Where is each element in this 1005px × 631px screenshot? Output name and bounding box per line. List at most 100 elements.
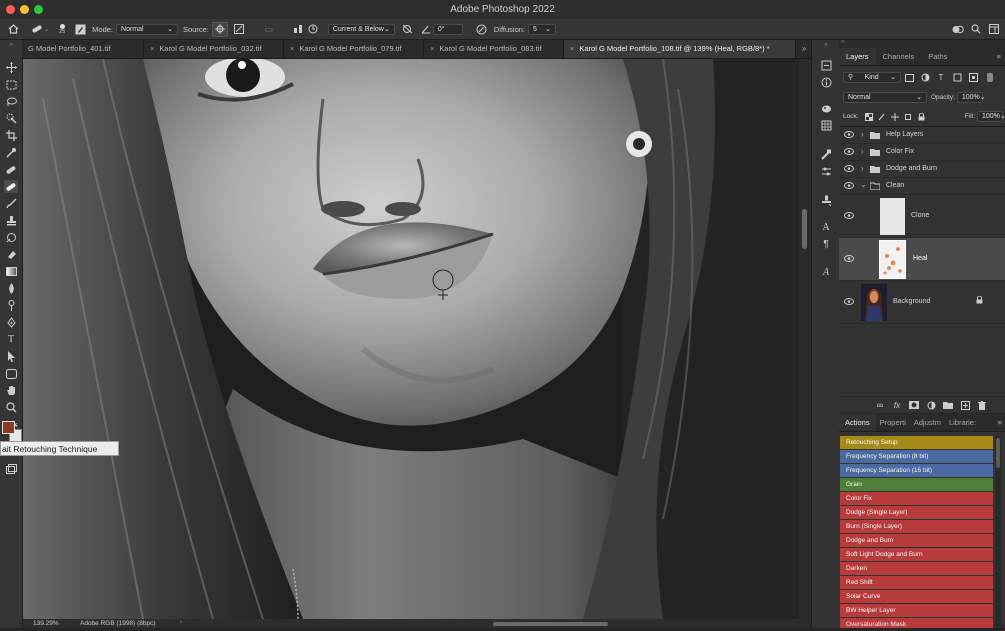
info-panel-icon[interactable]	[819, 76, 833, 89]
close-tab-icon[interactable]: ×	[290, 44, 294, 53]
use-legacy-icon[interactable]	[306, 23, 320, 36]
color-panel-icon[interactable]	[819, 102, 833, 115]
document-canvas[interactable]	[23, 59, 799, 619]
actions-scrollbar[interactable]	[995, 436, 1001, 628]
visibility-eye-icon[interactable]	[844, 298, 854, 306]
add-mask-icon[interactable]	[907, 399, 921, 412]
action-retouching-setup[interactable]: Retouching Setup	[840, 436, 993, 449]
new-layer-icon[interactable]	[958, 399, 972, 412]
sample-dropdown[interactable]: Current & Below ⌄	[327, 23, 395, 35]
horizontal-scrollbar-thumb[interactable]	[493, 622, 608, 626]
tool-preset-chevron-icon[interactable]: ⌄	[44, 26, 49, 33]
vertical-scrollbar-thumb[interactable]	[802, 209, 807, 249]
pattern-source-icon[interactable]	[232, 23, 246, 36]
home-icon[interactable]	[6, 23, 20, 36]
action-dodge-and-burn[interactable]: Dodge and Burn	[840, 534, 993, 547]
expand-chevron-icon[interactable]: ›	[861, 147, 864, 156]
close-tab-icon[interactable]: ×	[570, 44, 574, 53]
tab-document-083[interactable]: × Karol G Model Portfolio_083.tif	[424, 40, 564, 58]
actions-scrollbar-thumb[interactable]	[996, 438, 1000, 468]
tabs-overflow-icon[interactable]: »	[796, 40, 812, 58]
tab-layers[interactable]: Layers	[839, 48, 876, 65]
quick-selection-tool-icon[interactable]	[4, 112, 18, 125]
tab-channels[interactable]: Channels	[876, 48, 922, 65]
angle-field[interactable]: 0°	[432, 23, 463, 35]
action-oversaturation-mask[interactable]: Oversaturation Mask	[840, 618, 993, 628]
layer-row-heal[interactable]: Heal	[839, 238, 1005, 281]
lock-all-icon[interactable]	[915, 110, 928, 123]
marquee-tool-icon[interactable]	[4, 78, 18, 91]
screen-mode-icon[interactable]	[4, 462, 18, 475]
brush-settings-icon[interactable]	[73, 23, 87, 36]
collapse-panels-icon[interactable]: «	[819, 42, 833, 48]
status-menu-icon[interactable]: ›	[180, 619, 182, 626]
adjustments-panel-icon[interactable]	[819, 165, 833, 178]
tab-document-401[interactable]: G Model Portfolio_401.tif	[22, 40, 144, 58]
spot-healing-brush-tool-icon[interactable]	[4, 163, 18, 176]
visibility-eye-icon[interactable]	[844, 255, 854, 263]
eyedropper-tool-icon[interactable]	[4, 146, 18, 159]
path-selection-tool-icon[interactable]	[4, 350, 18, 363]
diffusion-dropdown[interactable]: 5 ⌄	[528, 23, 557, 35]
layer-row-help-layers[interactable]: › Help Layers	[839, 127, 1005, 144]
close-tab-icon[interactable]: ×	[150, 44, 154, 53]
paragraph-panel-icon[interactable]: ¶	[819, 238, 833, 251]
visibility-eye-icon[interactable]	[844, 148, 854, 156]
lock-transparent-icon[interactable]	[863, 110, 876, 123]
swatches-panel-icon[interactable]	[819, 119, 833, 132]
action-frequency-separation-8bit[interactable]: Frequency Separation (8 bit)	[840, 450, 993, 463]
foreground-color-swatch[interactable]	[2, 421, 15, 434]
gradient-tool-icon[interactable]	[4, 265, 18, 278]
collapse-chevron-icon[interactable]: ⌄	[860, 180, 867, 189]
healing-brush-tool-icon[interactable]	[4, 180, 18, 193]
mode-dropdown[interactable]: Normal ⌄	[116, 23, 179, 35]
glyphs-panel-icon[interactable]: A	[819, 266, 833, 279]
move-tool-icon[interactable]	[4, 61, 18, 74]
blend-mode-dropdown[interactable]: Normal ⌄	[843, 92, 927, 103]
default-colors-icon[interactable]	[2, 406, 10, 414]
filter-toggle-switch[interactable]	[987, 73, 993, 82]
filter-type-icon[interactable]: T	[933, 71, 949, 84]
action-frequency-separation-16bit[interactable]: Frequency Separation (16 bit)	[840, 464, 993, 477]
collapse-dock-icon[interactable]: »	[841, 39, 844, 45]
vertical-scrollbar[interactable]	[799, 59, 811, 628]
lock-artboard-icon[interactable]	[902, 110, 915, 123]
dodge-tool-icon[interactable]	[4, 299, 18, 312]
tab-paths[interactable]: Paths	[921, 48, 954, 65]
share-icon[interactable]	[951, 23, 965, 36]
filter-adjustment-icon[interactable]	[917, 71, 933, 84]
opacity-field[interactable]: 100% ⌄	[956, 92, 986, 103]
aligned-icon[interactable]	[292, 23, 306, 36]
layer-row-clone[interactable]: Clone	[839, 195, 1005, 238]
layer-row-clean[interactable]: ⌄ Clean	[839, 178, 1005, 195]
sampled-source-icon[interactable]	[211, 21, 228, 37]
link-layers-icon[interactable]: ∞	[873, 399, 887, 412]
type-tool-icon[interactable]: T	[4, 333, 18, 346]
action-bw-helper-layer[interactable]: BW Helper Layer	[840, 604, 993, 617]
brushes-panel-icon[interactable]	[819, 148, 833, 161]
clone-source-panel-icon[interactable]	[819, 194, 833, 207]
hand-tool-icon[interactable]	[4, 384, 18, 397]
new-group-icon[interactable]	[941, 399, 955, 412]
action-dodge-single-layer[interactable]: Dodge (Single Layer)	[840, 506, 993, 519]
layer-style-icon[interactable]: fx	[890, 399, 904, 412]
tab-document-079[interactable]: × Karol G Model Portfolio_079.tif	[284, 40, 424, 58]
expand-chevron-icon[interactable]: ›	[861, 130, 864, 139]
clone-stamp-tool-icon[interactable]	[4, 214, 18, 227]
history-panel-icon[interactable]	[819, 59, 833, 72]
panel-menu-icon[interactable]: ≡	[993, 48, 1005, 65]
character-panel-icon[interactable]: A	[819, 221, 833, 234]
layer-row-color-fix[interactable]: › Color Fix	[839, 144, 1005, 161]
tab-adjustments[interactable]: Adjustm	[910, 414, 945, 431]
action-darken[interactable]: Darken	[840, 562, 993, 575]
expand-chevron-icon[interactable]: ›	[861, 164, 864, 173]
collapse-toolbar-icon[interactable]: »	[4, 42, 18, 48]
ignore-adjustment-layers-icon[interactable]	[401, 23, 415, 36]
visibility-eye-icon[interactable]	[844, 212, 854, 220]
close-tab-icon[interactable]: ×	[430, 44, 434, 53]
tab-properties[interactable]: Properti	[876, 414, 910, 431]
angle-icon[interactable]	[419, 23, 433, 36]
fill-field[interactable]: 100% ⌄	[977, 111, 1005, 122]
panel-menu-icon[interactable]: ≡	[995, 414, 1005, 431]
visibility-eye-icon[interactable]	[844, 165, 854, 173]
